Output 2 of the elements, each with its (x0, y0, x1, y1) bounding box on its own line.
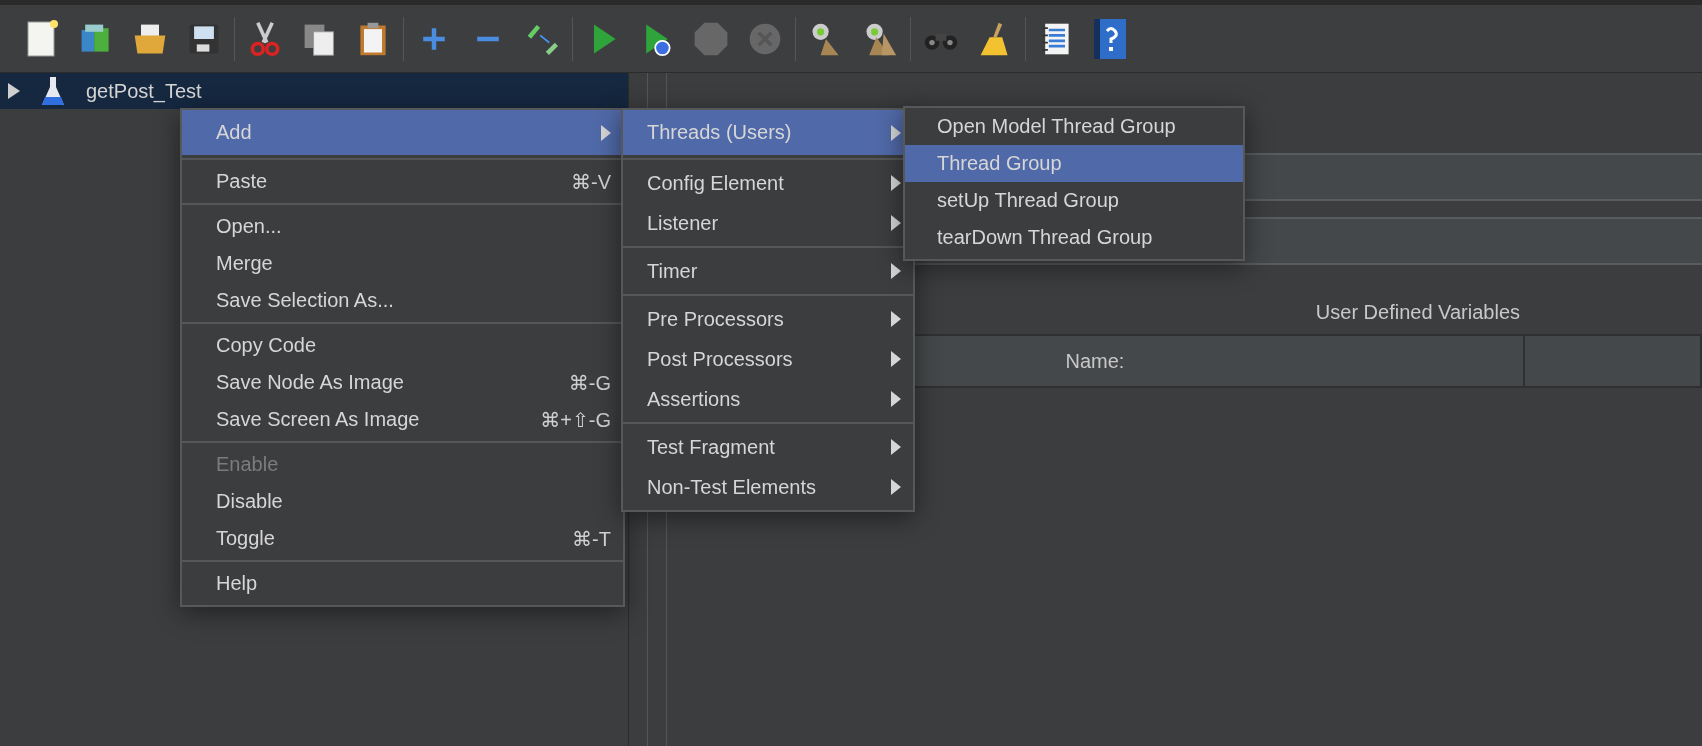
tree-label: getPost_Test (86, 79, 202, 103)
section-title: User Defined Variables (1315, 301, 1520, 324)
